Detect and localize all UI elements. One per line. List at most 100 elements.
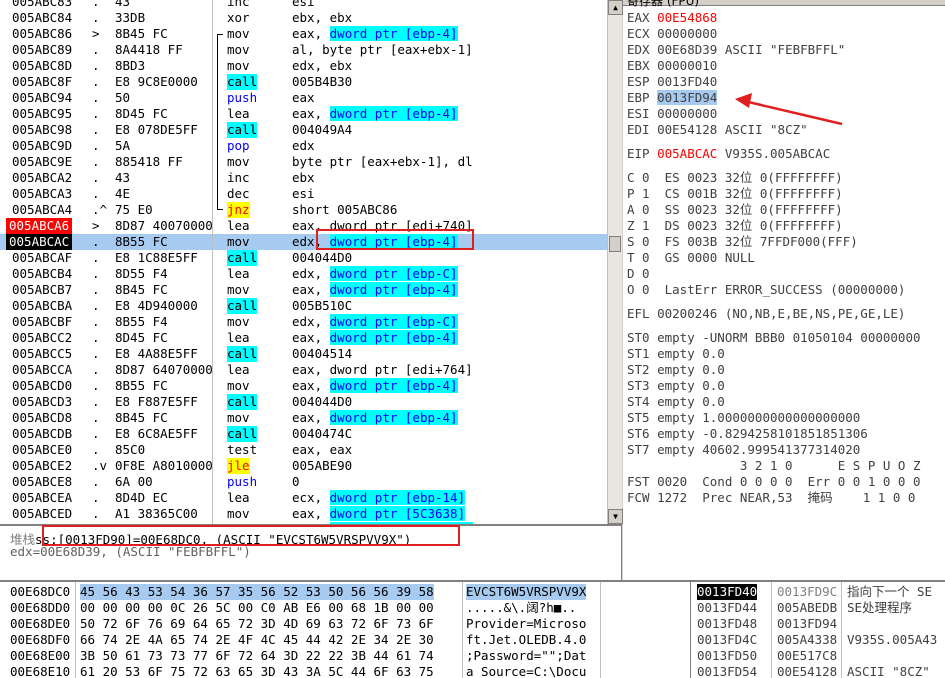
disasm-marker: . <box>92 394 100 409</box>
disasm-row[interactable]: 005ABC9D. 5A pop edx <box>0 138 607 154</box>
disasm-row[interactable]: 005ABCB4. 8D55 F4 lea edx, dword ptr [ebp-C… <box>0 266 607 282</box>
operand-text: esi <box>292 186 315 201</box>
disasm-row[interactable]: 005ABCC5. E8 4A88E5FF call 00404514 <box>0 346 607 362</box>
disasm-row[interactable]: 005ABC95. 8D45 FC lea eax, dword ptr [ebp-4… <box>0 106 607 122</box>
column-divider <box>212 218 213 234</box>
disasm-mnemonic: jnz <box>227 202 250 218</box>
dump-row[interactable]: 00E68DD0 00 00 00 00 0C 26 5C 00 C0 AB E6… <box>0 600 690 616</box>
register-value[interactable]: 00E68D39 <box>657 42 717 57</box>
disasm-marker: . <box>92 266 100 281</box>
disasm-row[interactable]: 005ABC8F. E8 9C8E0000 call 005B4B30 <box>0 74 607 90</box>
disasm-row[interactable]: 005ABCBA. E8 4D940000 call 005B510C <box>0 298 607 314</box>
register-value[interactable]: 00000010 <box>657 58 717 73</box>
registers-pane[interactable]: 寄存器 (FPU) EAX 00E54868 ECX 00000000 EDX … <box>623 0 945 580</box>
stack-pane[interactable]: 0013FD40 0013FD9C 指向下一个 SE 0013FD44 005ABEDB… <box>690 580 945 678</box>
disasm-row[interactable]: 005ABCD3. E8 F887E5FF call 004044D0 <box>0 394 607 410</box>
scroll-thumb[interactable] <box>609 236 621 252</box>
disasm-row[interactable]: 005ABCDB. E8 6C8AE5FF call 0040474C <box>0 426 607 442</box>
disasm-row[interactable]: 005ABC84. 33DB xor ebx, ebx <box>0 10 607 26</box>
stack-row[interactable]: 0013FD44 005ABEDB SE处理程序 <box>691 600 945 616</box>
disasm-row[interactable]: 005ABC83. 43 inc esi <box>0 0 607 10</box>
disassembly-pane[interactable]: 005ABC83. 43 inc esi 005ABC84. 33DB xor ebx, eb… <box>0 0 622 524</box>
operand-text: ebx <box>292 170 315 185</box>
dump-row[interactable]: 00E68DC0 45 56 43 53 54 36 57 35 56 52 53… <box>0 584 690 600</box>
dump-row[interactable]: 00E68DE0 50 72 6F 76 69 64 65 72 3D 4D 69… <box>0 616 690 632</box>
disasm-row[interactable]: 005ABC94. 50 push eax <box>0 90 607 106</box>
disasm-row[interactable]: 005ABC89. 8A4418 FF mov al, byte ptr [eax+e… <box>0 42 607 58</box>
stack-row[interactable]: 0013FD54 00E54128 ASCII "8CZ" <box>691 664 945 678</box>
disasm-row[interactable]: 005ABCA6 >8D87 40070000 lea eax, dword ptr … <box>0 218 607 234</box>
operand-text: ebx, ebx <box>292 10 353 25</box>
flag-row: T 0 GS 0000 NULL <box>627 250 755 265</box>
register-esi[interactable]: ESI 00000000 <box>627 106 725 122</box>
disasm-mnemonic: lea <box>227 362 250 377</box>
scroll-up-button[interactable]: ▲ <box>608 0 623 15</box>
disasm-row[interactable]: 005ABCD0. 8B55 FC mov eax, dword ptr [ebp-4… <box>0 378 607 394</box>
dump-row[interactable]: 00E68E00 3B 50 61 73 73 77 6F 72 64 3D 22… <box>0 648 690 664</box>
stack-row[interactable]: 0013FD4C 005A4338 V935S.005A43 <box>691 632 945 648</box>
register-ecx[interactable]: ECX 00000000 <box>627 26 725 42</box>
disasm-hex: E8 6C8AE5FF <box>115 426 198 441</box>
register-esp[interactable]: ESP 0013FD40 <box>627 74 725 90</box>
registers-header[interactable]: 寄存器 (FPU) <box>623 0 945 8</box>
stack-value: 00E54128 <box>777 664 838 678</box>
fpu-register: ST5 empty 1.0000000000000000000 <box>627 410 861 425</box>
dump-row[interactable]: 00E68DF0 66 74 2E 4A 65 74 2E 4F 4C 45 44… <box>0 632 690 648</box>
disasm-row[interactable]: 005ABC98. E8 078DE5FF call 004049A4 <box>0 122 607 138</box>
disasm-row[interactable]: 005ABC86 >8B45 FC mov eax, dword ptr [ebp-4… <box>0 26 607 42</box>
register-eax[interactable]: EAX 00E54868 <box>627 10 725 26</box>
disasm-row[interactable]: 005ABCCA. 8D87 64070000 lea eax, dword ptr … <box>0 362 607 378</box>
disasm-row[interactable]: 005ABCB7. 8B45 FC mov eax, dword ptr [ebp-4… <box>0 282 607 298</box>
register-value[interactable]: 005ABCAC <box>657 146 717 161</box>
disasm-row[interactable]: 005ABCA4 .^ 75 E0 jnz short 005ABC86 <box>0 202 607 218</box>
register-value[interactable]: 0013FD40 <box>657 74 717 89</box>
operand-text: edx, ebx <box>292 58 353 73</box>
disasm-row[interactable]: 005ABCC2. 8D45 FC lea eax, dword ptr [ebp-4… <box>0 330 607 346</box>
disasm-row[interactable]: 005ABCBF. 8B55 F4 mov edx, dword ptr [ebp-C… <box>0 314 607 330</box>
disasm-row[interactable]: 005ABCE2 .v 0F8E A8010000 jle 005ABE90 <box>0 458 607 474</box>
disasm-row[interactable]: 005ABC9E. 885418 FF mov byte ptr [eax+ebx-1… <box>0 154 607 170</box>
operand-memory: dword ptr [ebp-C] <box>329 266 458 281</box>
disasm-mnemonic: mov <box>227 26 250 41</box>
disasm-row[interactable]: 005ABCA2. 43 inc ebx <box>0 170 607 186</box>
disasm-row[interactable]: 005ABCED. A1 38365C00 mov eax, dword ptr [5… <box>0 506 607 522</box>
disasm-hex: E8 F887E5FF <box>115 394 198 409</box>
disasm-row[interactable]: 005ABCE0. 85C0 test eax, eax <box>0 442 607 458</box>
register-ebp[interactable]: EBP 0013FD94 <box>627 90 725 106</box>
disasm-mnemonic: dec <box>227 186 250 201</box>
register-name: EBX <box>627 58 650 73</box>
register-edi[interactable]: EDI 00E54128 ASCII "8CZ" <box>627 122 808 138</box>
register-value[interactable]: 00E54128 <box>657 122 717 137</box>
register-value[interactable]: 00000000 <box>657 106 717 121</box>
column-divider <box>212 314 213 330</box>
memory-dump-pane[interactable]: 00E68DC0 45 56 43 53 54 36 57 35 56 52 53… <box>0 580 690 678</box>
scroll-down-button[interactable]: ▼ <box>608 509 623 524</box>
register-value[interactable]: 00000000 <box>657 26 717 41</box>
register-value[interactable]: 0013FD94 <box>657 90 718 105</box>
disasm-address: 005ABC84 <box>12 10 73 25</box>
register-eip[interactable]: EIP 005ABCAC V935S.005ABCAC <box>627 146 830 162</box>
disasm-row[interactable]: 005ABCA3. 4E dec esi <box>0 186 607 202</box>
disasm-hex: 43 <box>115 0 131 9</box>
register-edx[interactable]: EDX 00E68D39 ASCII "FEBFBFFL" <box>627 42 845 58</box>
disasm-hex: 8A4418 FF <box>115 42 183 57</box>
stack-comment: 指向下一个 SE <box>847 584 933 599</box>
disasm-marker: . <box>92 506 100 521</box>
dump-row[interactable]: 00E68E10 61 20 53 6F 75 72 63 65 3D 43 3A… <box>0 664 690 678</box>
register-value[interactable]: 00E54868 <box>657 10 717 25</box>
stack-row[interactable]: 0013FD40 0013FD9C 指向下一个 SE <box>691 584 945 600</box>
disasm-row[interactable]: 005ABCEA. 8D4D EC lea ecx, dword ptr [ebp-1… <box>0 490 607 506</box>
stack-address: 0013FD50 <box>697 648 758 663</box>
disasm-marker: . <box>92 314 100 329</box>
stack-row[interactable]: 0013FD50 00E517C8 <box>691 648 945 664</box>
stack-row[interactable]: 0013FD48 0013FD94 <box>691 616 945 632</box>
disasm-row[interactable]: 005ABCAC. 8B55 FC mov edx, dword ptr [ebp-4… <box>0 234 607 250</box>
disasm-row[interactable]: 005ABC8D. 8BD3 mov edx, ebx <box>0 58 607 74</box>
operand-memory: dword ptr [ebp-14] <box>329 490 466 505</box>
disasm-row[interactable]: 005ABCAF. E8 1C88E5FF call 004044D0 <box>0 250 607 266</box>
disasm-row[interactable]: 005ABCE8. 6A 00 push 0 <box>0 474 607 490</box>
dump-hex: 00 00 00 00 0C 26 5C 00 C0 AB E6 00 68 1… <box>80 600 434 615</box>
register-ebx[interactable]: EBX 00000010 <box>627 58 725 74</box>
disasm-row[interactable]: 005ABCD8. 8B45 FC mov eax, dword ptr [ebp-4… <box>0 410 607 426</box>
disassembly-scrollbar[interactable]: ▲ ▼ <box>607 0 623 524</box>
